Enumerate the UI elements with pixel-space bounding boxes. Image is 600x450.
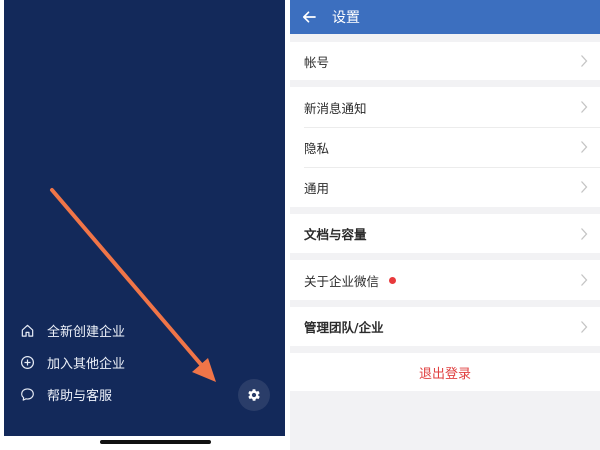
plus-circle-icon (18, 353, 36, 371)
chevron-right-icon (580, 273, 588, 287)
chevron-right-icon (580, 54, 588, 68)
create-enterprise-item[interactable]: 全新创建企业 (18, 318, 125, 342)
help-support-label: 帮助与客服 (47, 388, 113, 404)
manage-team-row[interactable]: 管理团队/企业 (290, 307, 600, 346)
storage-row[interactable]: 文档与容量 (290, 214, 600, 253)
notification-dot (389, 276, 397, 284)
storage-label: 文档与容量 (304, 227, 367, 242)
back-button[interactable] (294, 0, 324, 34)
privacy-row[interactable]: 隐私 (290, 127, 600, 167)
about-row[interactable]: 关于企业微信 (290, 260, 600, 300)
general-label: 通用 (304, 180, 330, 196)
row-divider (304, 167, 600, 168)
title-bar: 设置 (290, 0, 600, 34)
back-arrow-icon (301, 9, 317, 25)
settings-panel: 设置 帐号 新消息通知 隐私 通用 文档与容量 关于企业微信 管理团队/企业 退… (290, 0, 600, 450)
home-icon (18, 321, 36, 339)
join-enterprise-item[interactable]: 加入其他企业 (18, 350, 125, 374)
create-enterprise-label: 全新创建企业 (47, 324, 126, 340)
privacy-label: 隐私 (304, 140, 330, 156)
about-label: 关于企业微信 (304, 273, 380, 289)
gear-icon (246, 387, 262, 403)
notifications-row[interactable]: 新消息通知 (290, 87, 600, 127)
chevron-right-icon (580, 227, 588, 241)
logout-label: 退出登录 (418, 366, 471, 382)
join-enterprise-label: 加入其他企业 (47, 356, 126, 372)
chevron-right-icon (580, 180, 588, 194)
chevron-right-icon (580, 140, 588, 154)
chevron-right-icon (580, 100, 588, 114)
sidebar-panel: 全新创建企业 加入其他企业 帮助与客服 (4, 0, 285, 436)
manage-team-label: 管理团队/企业 (304, 320, 384, 335)
row-divider (304, 127, 600, 128)
general-row[interactable]: 通用 (290, 167, 600, 207)
chat-bubble-icon (18, 385, 36, 403)
chevron-right-icon (580, 320, 588, 334)
notifications-label: 新消息通知 (304, 100, 367, 116)
account-row[interactable]: 帐号 (290, 42, 600, 80)
page-title: 设置 (332, 10, 360, 26)
home-indicator (100, 440, 211, 444)
settings-button[interactable] (238, 379, 270, 411)
logout-button[interactable]: 退出登录 (290, 353, 600, 391)
account-label: 帐号 (304, 54, 330, 70)
help-support-item[interactable]: 帮助与客服 (18, 382, 112, 406)
